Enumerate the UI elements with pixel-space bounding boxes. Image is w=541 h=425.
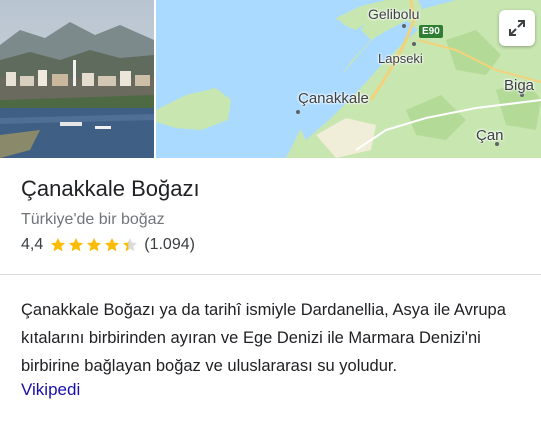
place-subtitle: Türkiye'de bir boğaz (21, 211, 165, 228)
review-count[interactable]: (1.094) (144, 236, 195, 254)
wikipedia-link[interactable]: Vikipedi (21, 380, 80, 400)
map-label-gelibolu: Gelibolu (368, 6, 420, 22)
road-badge: E90 (419, 25, 443, 38)
star-icon (87, 238, 102, 252)
rating-value: 4,4 (21, 236, 44, 253)
expand-arrows-icon (509, 20, 525, 36)
map-label-lapseki: Lapseki (378, 51, 423, 66)
map-label-canakkale: Çanakkale (298, 90, 369, 107)
star-icon (69, 238, 84, 252)
description-body: Çanakkale Boğazı ya da tarihî ismiyle Da… (21, 301, 506, 375)
place-photo[interactable] (0, 0, 154, 158)
star-icon (105, 238, 120, 252)
map-label-biga: Biga (504, 77, 535, 94)
star-icon (123, 238, 138, 252)
place-title: Çanakkale Boğazı (21, 176, 200, 201)
map-thumbnail[interactable]: Gelibolu E90 Lapseki Çanakkale Biga Çan (156, 0, 541, 158)
rating-row[interactable]: 4,4 (1.094) (21, 236, 195, 254)
expand-map-button[interactable] (499, 10, 535, 46)
rating-stars (50, 237, 140, 253)
media-header: Gelibolu E90 Lapseki Çanakkale Biga Çan (0, 0, 541, 158)
divider (0, 274, 541, 275)
description-text: Çanakkale Boğazı ya da tarihî ismiyle Da… (21, 296, 526, 380)
map-label-can: Çan (476, 127, 504, 144)
star-icon (51, 238, 66, 252)
